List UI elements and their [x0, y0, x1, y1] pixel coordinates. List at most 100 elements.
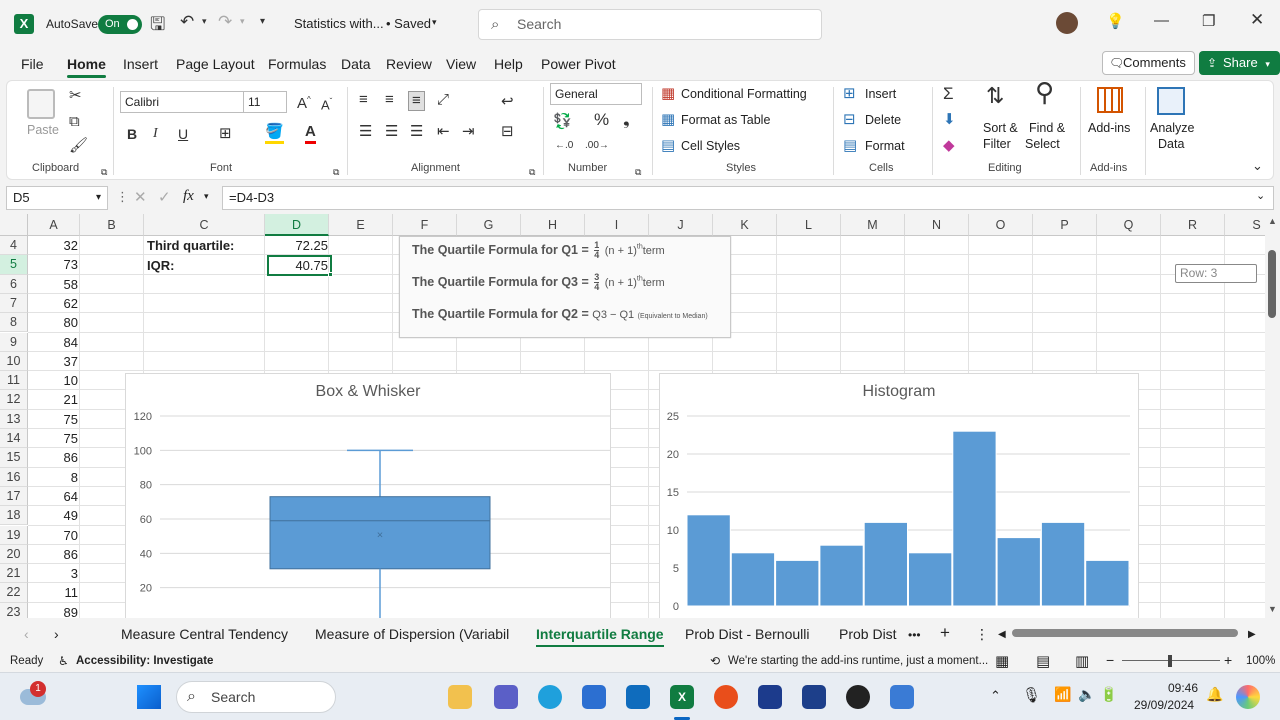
copy-icon[interactable]: ⧉ — [69, 113, 80, 131]
menu-home[interactable]: Home — [67, 56, 106, 78]
vertical-scroll-thumb[interactable] — [1268, 250, 1276, 318]
minimize-icon[interactable]: — — [1154, 12, 1169, 29]
normal-view-icon[interactable]: ▦ — [995, 652, 1009, 670]
number-format-select[interactable]: General — [550, 83, 642, 105]
add-ins-button[interactable]: Add-ins — [1088, 121, 1130, 135]
menu-insert[interactable]: Insert — [123, 56, 158, 72]
increase-indent-icon[interactable]: ⇥ — [462, 123, 475, 141]
microphone-icon[interactable]: 🎙 — [1022, 686, 1041, 704]
chrome-icon[interactable] — [714, 685, 738, 709]
notifications-icon[interactable]: 🔔 — [1206, 686, 1223, 703]
autosum-icon[interactable]: Σ — [943, 85, 954, 103]
find-select-icon[interactable]: ⚲ — [1035, 79, 1054, 105]
save-icon[interactable]: 🖫 — [150, 12, 165, 42]
row-header-21[interactable]: 21 — [0, 564, 28, 584]
page-layout-view-icon[interactable]: ▤ — [1036, 652, 1050, 670]
find-select-label-2[interactable]: Select — [1025, 137, 1060, 151]
row-header-7[interactable]: 7 — [0, 293, 28, 314]
tab-scroll-left-icon[interactable]: ‹ — [24, 626, 29, 642]
worksheet-grid[interactable]: ABCDEFGHIJKLMNOPQRS 4 5 6 7 8 9 10 11 12 13 14 15 16… — [0, 214, 1265, 618]
row-header-14[interactable]: 14 — [0, 429, 28, 449]
tabs-options-icon[interactable]: ⋮ — [975, 626, 989, 643]
cell-a14[interactable]: 75 — [28, 429, 78, 448]
accounting-format-icon[interactable]: 💱 — [553, 113, 572, 131]
column-header-i[interactable]: I — [585, 214, 649, 236]
orientation-icon[interactable]: ⤢ — [437, 91, 449, 109]
tab-prob-dist-bernoulli[interactable]: Prob Dist - Bernoulli — [685, 626, 810, 642]
row-header-19[interactable]: 19 — [0, 525, 28, 545]
tray-chevron-icon[interactable]: ⌃ — [990, 688, 1001, 704]
font-launcher-icon[interactable]: ⧉ — [333, 163, 339, 181]
clear-icon[interactable]: ◆ — [943, 137, 955, 155]
save-status[interactable]: • Saved — [386, 16, 431, 31]
cell-a5[interactable]: 73 — [28, 255, 78, 274]
avatar[interactable] — [1056, 12, 1078, 34]
row-header-9[interactable]: 9 — [0, 332, 28, 352]
column-header-g[interactable]: G — [457, 214, 521, 236]
menu-power-pivot[interactable]: Power Pivot — [541, 56, 616, 72]
mail-icon[interactable] — [626, 685, 650, 709]
row-header-18[interactable]: 18 — [0, 506, 28, 526]
cell-a15[interactable]: 86 — [28, 448, 78, 467]
formula-input[interactable]: =D4-D3 — [222, 186, 1274, 210]
format-as-table-button[interactable]: Format as Table — [681, 113, 770, 127]
align-bottom-icon[interactable]: ≡ — [408, 91, 425, 111]
start-icon[interactable] — [137, 685, 161, 709]
analyze-data-label-1[interactable]: Analyze — [1150, 121, 1194, 135]
name-box[interactable]: D5 ▾ — [6, 186, 108, 210]
redo-icon[interactable]: ↷ — [218, 12, 232, 32]
cancel-entry-icon[interactable]: ✕ — [134, 188, 147, 206]
zoom-in-icon[interactable]: + — [1224, 652, 1232, 668]
row-header-15[interactable]: 15 — [0, 448, 28, 468]
increase-font-icon[interactable]: A^ — [297, 91, 311, 113]
cell-a4[interactable]: 32 — [28, 236, 78, 255]
cell-styles-icon[interactable]: ▤ — [661, 137, 675, 155]
zoom-level[interactable]: 100% — [1246, 655, 1275, 667]
column-header-r[interactable]: R — [1161, 214, 1225, 236]
menu-file[interactable]: File — [21, 56, 44, 72]
column-header-d[interactable]: D — [265, 214, 329, 236]
increase-decimal-icon[interactable]: ←.0 — [555, 137, 573, 155]
value-third-quartile[interactable]: 72.25 — [268, 236, 328, 255]
cell-a8[interactable]: 80 — [28, 313, 78, 332]
column-header-l[interactable]: L — [777, 214, 841, 236]
row-header-22[interactable]: 22 — [0, 583, 28, 603]
delete-cells-icon[interactable]: ⊟ — [843, 111, 856, 129]
menu-formulas[interactable]: Formulas — [268, 56, 326, 72]
row-header-8[interactable]: 8 — [0, 313, 28, 333]
histogram-chart[interactable]: Histogram 0 5 10 15 20 25 — [659, 373, 1139, 618]
merge-center-icon[interactable]: ⊟ — [501, 123, 514, 141]
autosave-toggle[interactable]: On — [98, 15, 142, 34]
row-header-20[interactable]: 20 — [0, 544, 28, 565]
cell-a16[interactable]: 8 — [28, 468, 78, 487]
copilot-icon[interactable] — [1236, 685, 1260, 709]
expand-formula-bar-icon[interactable]: ⌄ — [1256, 189, 1265, 202]
hscroll-right-icon[interactable]: ▶ — [1248, 629, 1256, 640]
media-player-icon[interactable] — [846, 685, 870, 709]
menu-review[interactable]: Review — [386, 56, 432, 72]
paste-label[interactable]: Paste — [27, 123, 59, 137]
row-header-10[interactable]: 10 — [0, 351, 28, 372]
vpn-icon[interactable] — [758, 685, 782, 709]
menu-page-layout[interactable]: Page Layout — [176, 56, 255, 72]
italic-button[interactable]: I — [153, 125, 158, 143]
tab-measure-central-tendency[interactable]: Measure Central Tendency — [121, 626, 288, 642]
battery-icon[interactable]: 🔋 — [1100, 686, 1117, 703]
column-header-c[interactable]: C — [144, 214, 265, 236]
save-status-chevron-icon[interactable]: ▾ — [432, 17, 437, 28]
horizontal-scroll-thumb[interactable] — [1012, 629, 1238, 637]
menu-help[interactable]: Help — [494, 56, 523, 72]
zoom-slider-thumb[interactable] — [1168, 655, 1172, 667]
undo-dropdown-icon[interactable]: ▾ — [202, 16, 207, 27]
bold-button[interactable]: B — [127, 125, 137, 143]
wrap-text-icon[interactable]: ↩ — [501, 93, 514, 111]
snipping-icon[interactable] — [890, 685, 914, 709]
add-sheet-button[interactable]: + — [940, 623, 950, 643]
borders-icon[interactable]: ⊞ — [219, 125, 232, 143]
underline-button[interactable]: U — [178, 125, 188, 143]
menu-data[interactable]: Data — [341, 56, 371, 72]
fill-icon[interactable]: ⬇ — [943, 111, 956, 129]
clock-time[interactable]: 09:46 — [1168, 681, 1198, 695]
clipboard-launcher-icon[interactable]: ⧉ — [101, 163, 107, 181]
font-color-icon[interactable]: A — [305, 123, 316, 144]
